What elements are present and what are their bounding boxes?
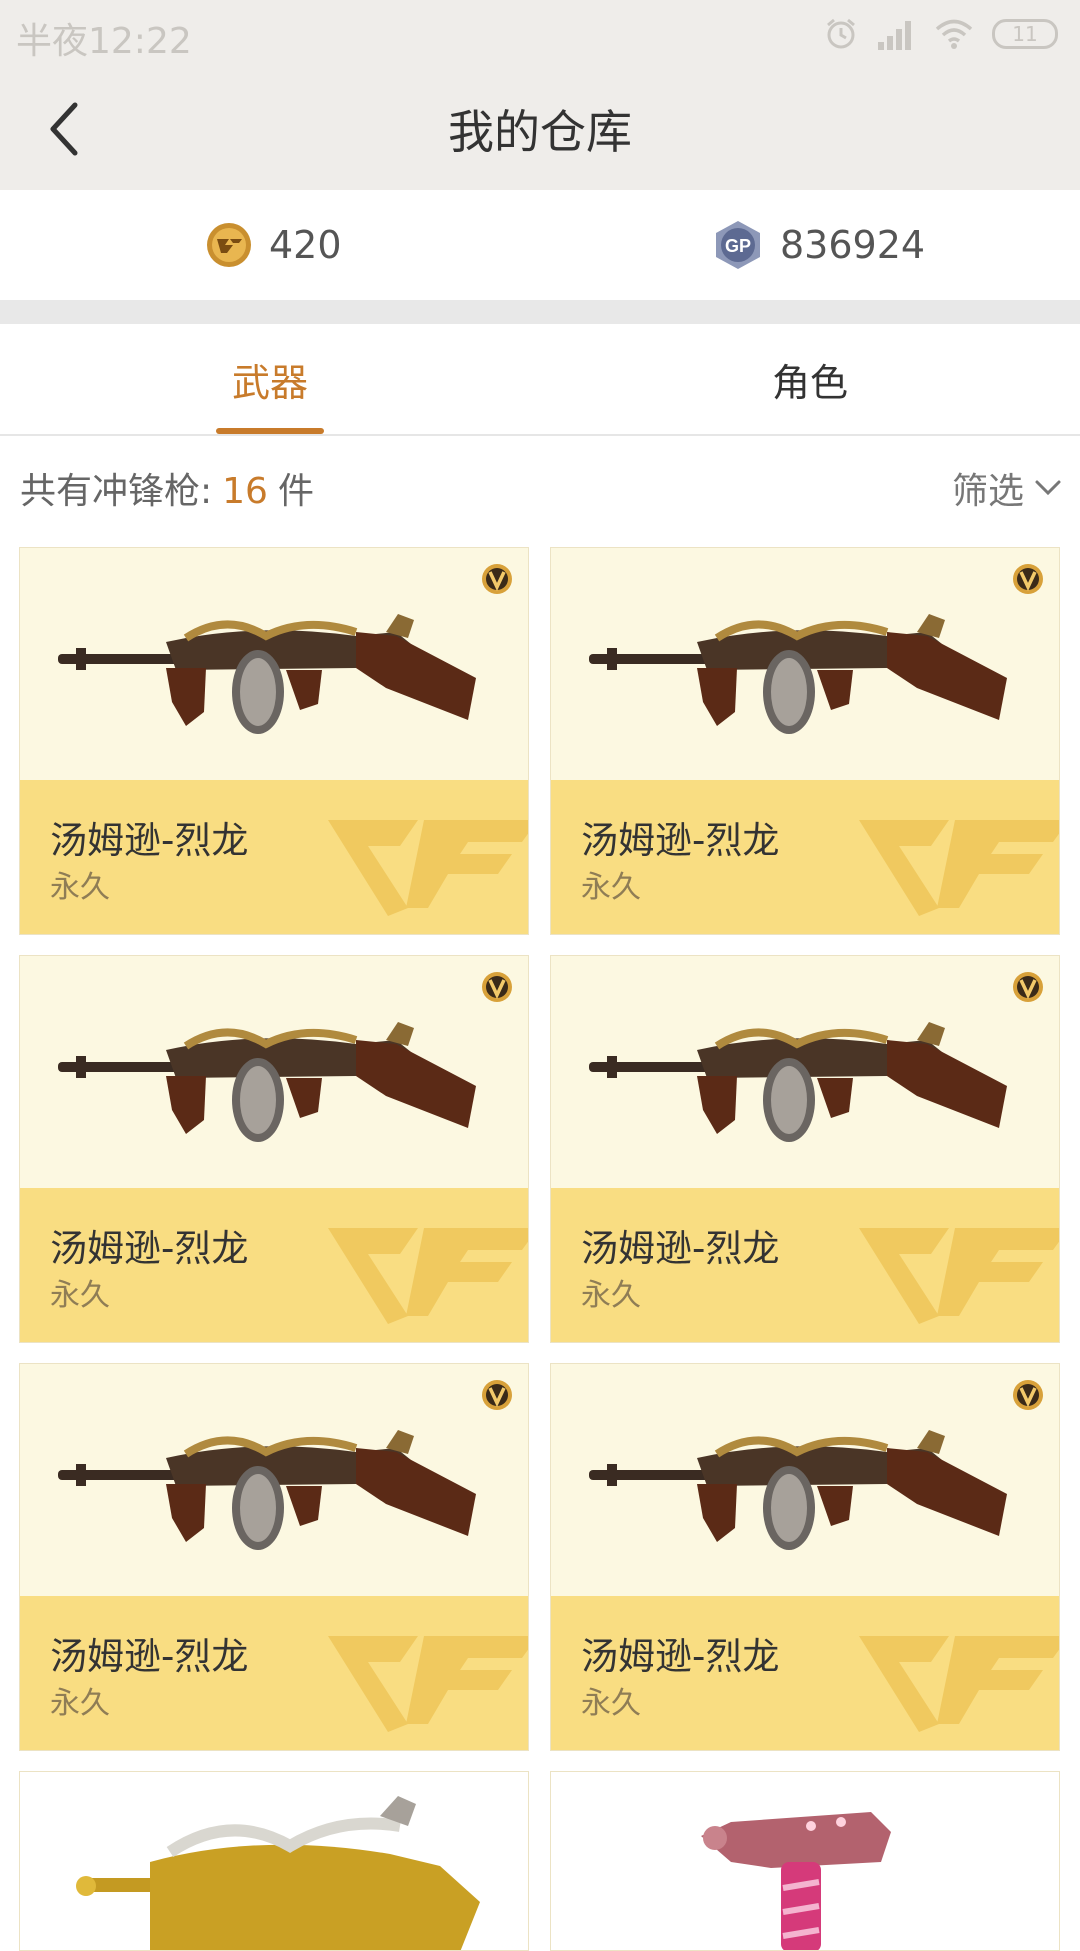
tab-bar: 武器 角色 xyxy=(0,324,1080,436)
item-card[interactable] xyxy=(550,1771,1060,1951)
item-duration: 永久 xyxy=(581,870,641,905)
item-duration: 永久 xyxy=(581,1686,641,1721)
item-card[interactable] xyxy=(19,1771,529,1951)
header: 我的仓库 xyxy=(0,68,1080,190)
svg-text:GP: GP xyxy=(725,236,751,256)
thompson-dragon-gun-image xyxy=(58,1022,476,1142)
cf-balance-value: 420 xyxy=(269,223,342,267)
thompson-dragon-gun-image xyxy=(589,1430,1007,1550)
item-info-area: 汤姆逊-烈龙 永久 xyxy=(551,780,1059,934)
item-image-area xyxy=(551,1364,1059,1596)
cf-logo-watermark xyxy=(859,1228,1059,1324)
item-name: 汤姆逊-烈龙 xyxy=(581,819,780,862)
cf-logo-watermark xyxy=(328,1228,528,1324)
alarm-icon xyxy=(827,18,855,49)
chevron-down-icon xyxy=(1035,480,1061,496)
battery-level: 11 xyxy=(1012,22,1038,46)
item-name: 汤姆逊-烈龙 xyxy=(50,1227,249,1270)
item-name: 汤姆逊-烈龙 xyxy=(581,1227,780,1270)
item-card[interactable]: 汤姆逊-烈龙 永久 xyxy=(19,1363,529,1751)
tab-weapons[interactable]: 武器 xyxy=(0,324,540,434)
page-title: 我的仓库 xyxy=(448,105,632,159)
battery-indicator: 11 xyxy=(992,19,1058,49)
gp-coin-icon: GP xyxy=(716,221,760,269)
currency-bar: 420 GP 836924 xyxy=(0,190,1080,300)
item-name: 汤姆逊-烈龙 xyxy=(50,1635,249,1678)
v-badge-icon xyxy=(1013,972,1043,1002)
item-image-area xyxy=(20,1364,528,1596)
cf-logo-watermark xyxy=(859,1636,1059,1732)
item-card[interactable]: 汤姆逊-烈龙 永久 xyxy=(550,547,1060,935)
item-image-area xyxy=(551,956,1059,1188)
item-image-area xyxy=(20,956,528,1188)
v-badge-icon xyxy=(482,972,512,1002)
golden-dragon-gun-image xyxy=(76,1796,480,1950)
item-info-area: 汤姆逊-烈龙 永久 xyxy=(551,1188,1059,1342)
thompson-dragon-gun-image xyxy=(58,614,476,734)
cf-balance: 420 xyxy=(205,190,342,300)
thompson-dragon-gun-image xyxy=(58,1430,476,1550)
wifi-icon xyxy=(935,19,973,49)
item-image-area xyxy=(551,1772,1059,1950)
item-info-area: 汤姆逊-烈龙 永久 xyxy=(20,780,528,934)
v-badge-icon xyxy=(482,1380,512,1410)
thompson-dragon-gun-image xyxy=(589,1022,1007,1142)
item-card[interactable]: 汤姆逊-烈龙 永久 xyxy=(550,955,1060,1343)
item-image-area xyxy=(20,1772,528,1950)
item-card[interactable]: 汤姆逊-烈龙 永久 xyxy=(19,955,529,1343)
tab-characters[interactable]: 角色 xyxy=(540,324,1080,434)
v-badge-icon xyxy=(1013,564,1043,594)
status-bar: 半夜12:22 11 xyxy=(0,0,1080,68)
item-card[interactable]: 汤姆逊-烈龙 永久 xyxy=(550,1363,1060,1751)
gp-balance: GP 836924 xyxy=(712,190,925,300)
item-duration: 永久 xyxy=(581,1278,641,1313)
v-badge-icon xyxy=(1013,1380,1043,1410)
item-info-area: 汤姆逊-烈龙 永久 xyxy=(551,1596,1059,1750)
item-image-area xyxy=(20,548,528,780)
v-badge-icon xyxy=(482,564,512,594)
signal-icon xyxy=(878,21,911,50)
status-icons: 11 xyxy=(824,14,1058,54)
summary-prefix: 共有冲锋枪: xyxy=(20,471,213,512)
active-tab-indicator xyxy=(216,428,324,434)
summary-count: 16 xyxy=(222,471,268,512)
thompson-dragon-gun-image xyxy=(589,614,1007,734)
item-name: 汤姆逊-烈龙 xyxy=(581,1635,780,1678)
filter-label: 筛选 xyxy=(951,471,1024,512)
cf-logo-watermark xyxy=(328,1636,528,1732)
item-duration: 永久 xyxy=(50,1686,110,1721)
item-duration: 永久 xyxy=(50,1278,110,1313)
item-name: 汤姆逊-烈龙 xyxy=(50,819,249,862)
filter-button[interactable]: 筛选 xyxy=(952,462,1062,514)
status-time: 半夜12:22 xyxy=(16,21,192,62)
item-card[interactable]: 汤姆逊-烈龙 永久 xyxy=(19,547,529,935)
cf-coin-icon xyxy=(207,223,251,267)
item-count-summary: 共有冲锋枪: 16 件 xyxy=(20,462,314,514)
item-image-area xyxy=(551,548,1059,780)
cf-logo-watermark xyxy=(859,820,1059,916)
item-info-area: 汤姆逊-烈龙 永久 xyxy=(20,1596,528,1750)
item-duration: 永久 xyxy=(50,870,110,905)
gp-balance-value: 836924 xyxy=(780,223,926,267)
section-divider xyxy=(0,300,1080,324)
summary-suffix: 件 xyxy=(277,471,314,512)
cf-logo-watermark xyxy=(328,820,528,916)
pink-smg-image xyxy=(701,1812,891,1950)
item-info-area: 汤姆逊-烈龙 永久 xyxy=(20,1188,528,1342)
